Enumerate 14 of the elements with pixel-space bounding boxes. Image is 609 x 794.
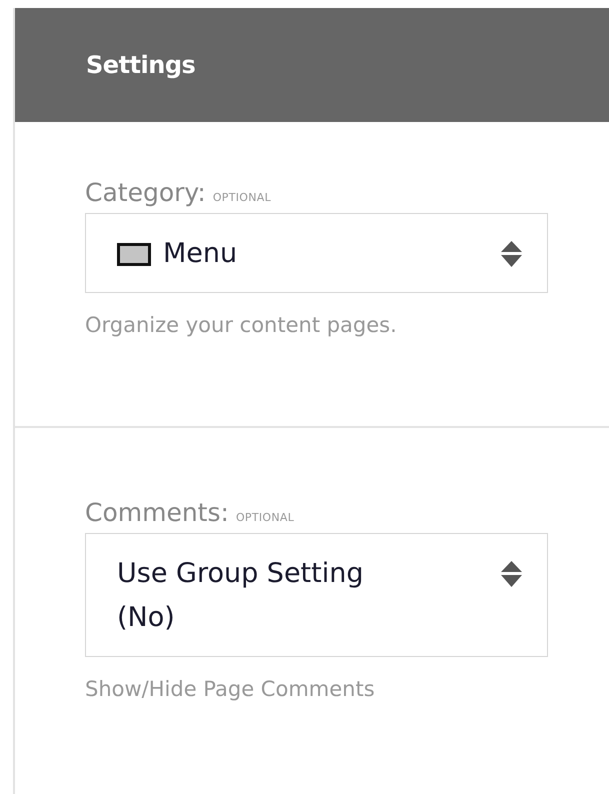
select-value: Menu [163,237,238,271]
select-dropdown[interactable]: Menu [85,213,548,293]
select-dropdown[interactable]: Use Group Setting (No) [85,533,548,657]
field-label: Comments: [85,498,229,527]
optional-tag: OPTIONAL [236,511,294,524]
help-text: Show/Hide Page Comments [85,677,376,701]
help-text: Organize your content pages. [85,313,398,337]
panel-title: Settings [86,51,196,79]
field-label: Category: [85,178,206,207]
sort-caret-icon [500,240,523,268]
optional-tag: OPTIONAL [212,191,272,204]
select-value: Use Group Setting (No) [117,557,364,635]
sort-caret-icon [500,560,523,588]
swatch-icon [117,242,151,266]
